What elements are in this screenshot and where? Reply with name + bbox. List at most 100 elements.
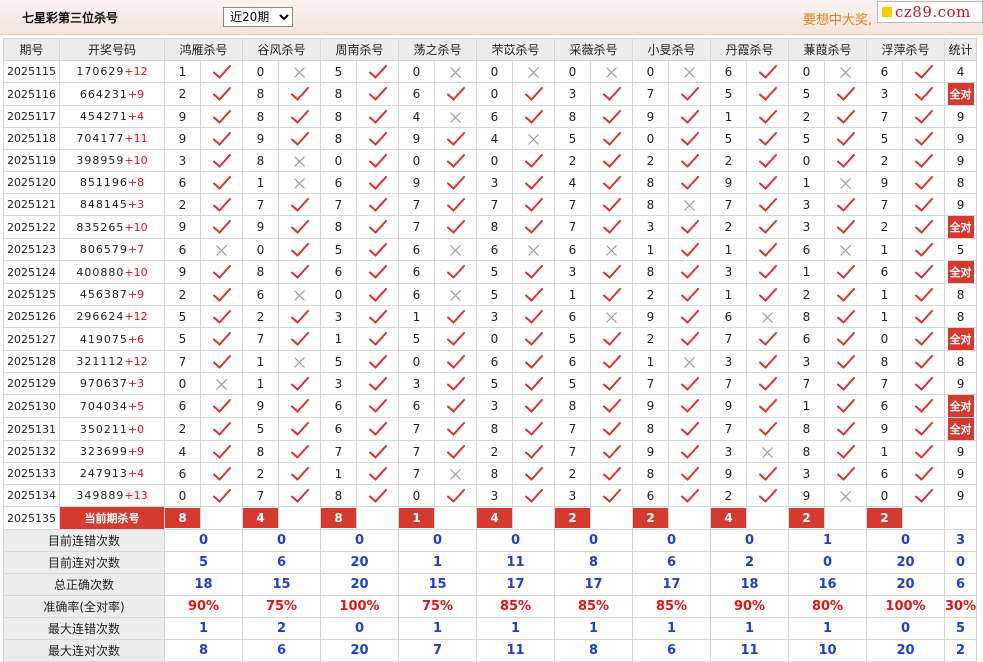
col-header-expert: 小旻杀号 [632,38,711,61]
period-cell: 2025126 [3,305,60,328]
col-header-numbers: 开奖号码 [59,38,165,61]
cross-icon [528,244,539,256]
kill-number-cell: 6 [164,238,201,261]
kill-number-cell: 6 [476,105,513,128]
hit-cell [590,82,633,106]
hit-cell [356,215,399,239]
kill-number-cell: 1 [398,305,435,328]
col-header-expert: 蒹葭杀号 [788,38,867,61]
summary-row: 目前连对次数 5 6 20 1 11 8 6 2 0 20 0 [3,551,978,574]
check-icon [914,197,933,212]
kill-number-cell: 0 [788,60,825,83]
current-kill-number-cell: 2 [554,506,591,530]
kill-number-cell: 6 [242,283,279,306]
summary-value: 18 [710,573,789,596]
hit-cell [824,394,867,418]
stat-cell: 全对 [943,394,978,418]
draw-numbers-cell: 835265+10 [59,215,165,239]
check-icon [758,242,777,257]
kill-number-cell: 1 [242,350,279,373]
kill-number-cell: 6 [710,60,747,83]
hit-cell [824,440,867,463]
check-icon [290,131,309,146]
summary-value: 0 [866,617,945,640]
cross-icon [294,289,305,301]
empty-cell [746,506,789,530]
site-logo[interactable]: cz89.com [877,1,983,23]
kill-number-cell: 5 [554,327,591,351]
kill-number-cell: 0 [398,484,435,507]
hit-cell [746,260,789,284]
hit-cell [746,215,789,239]
draw-digits: 323699 [79,445,128,458]
check-icon [836,399,855,414]
hit-cell [356,171,399,194]
hit-cell [200,60,243,83]
kill-number-cell: 0 [476,82,513,106]
period-cell: 2025122 [3,215,60,239]
draw-sum: +5 [127,399,145,413]
check-icon [446,175,465,190]
check-icon [836,444,855,459]
hit-cell [200,171,243,194]
check-icon [368,466,387,481]
check-icon [680,309,699,324]
kill-number-cell: 9 [632,105,669,128]
check-icon [914,399,933,414]
summary-row: 目前连错次数 0 0 0 0 0 0 0 0 1 0 3 [3,529,978,552]
miss-cell [278,149,321,172]
kill-number-cell: 1 [866,440,903,463]
current-kill-number-cell: 2 [866,506,903,530]
hit-cell [824,283,867,306]
check-icon [914,131,933,146]
cross-icon [450,66,461,78]
summary-value: 11 [710,639,789,662]
kill-number-cell: 0 [164,484,201,507]
summary-value: 0 [866,529,945,552]
period-cell: 2025128 [3,350,60,373]
kill-number-cell: 8 [788,417,825,441]
hit-cell [668,127,711,150]
current-kill-badge: 1 [399,508,434,528]
current-kill-badge: 4 [477,508,512,528]
summary-value: 10 [788,639,867,662]
hit-cell [200,149,243,172]
check-icon [836,376,855,391]
check-icon [758,354,777,369]
promo-text[interactable]: 要想中大奖, [803,9,872,28]
kill-number-cell: 9 [164,127,201,150]
current-kill-badge: 2 [633,508,668,528]
hit-cell [356,238,399,261]
draw-numbers-cell: 454271+4 [59,105,165,128]
summary-label: 目前连对次数 [3,551,165,574]
kill-number-cell: 9 [242,215,279,239]
check-icon [914,242,933,257]
summary-label: 目前连错次数 [3,529,165,552]
hit-cell [902,440,945,463]
kill-number-cell: 2 [632,327,669,351]
check-icon [368,444,387,459]
kill-number-cell: 1 [242,171,279,194]
period-select[interactable]: 近20期 [223,7,293,27]
stat-cell: 9 [943,484,978,507]
kill-number-cell: 7 [398,440,435,463]
period-cell: 2025118 [3,127,60,150]
empty-cell [590,506,633,530]
period-cell: 2025116 [3,82,60,106]
kill-number-cell: 8 [320,484,357,507]
check-icon [758,466,777,481]
miss-cell [590,238,633,261]
hit-cell [590,105,633,128]
check-icon [602,354,621,369]
kill-number-cell: 5 [710,127,747,150]
kill-number-cell: 7 [242,484,279,507]
hit-cell [356,105,399,128]
hit-cell [902,417,945,441]
check-icon [758,175,777,190]
hit-cell [824,372,867,395]
stat-cell: 8 [943,171,978,194]
kill-number-cell: 9 [866,417,903,441]
cross-icon [840,244,851,256]
check-icon [368,376,387,391]
hit-cell [668,260,711,284]
